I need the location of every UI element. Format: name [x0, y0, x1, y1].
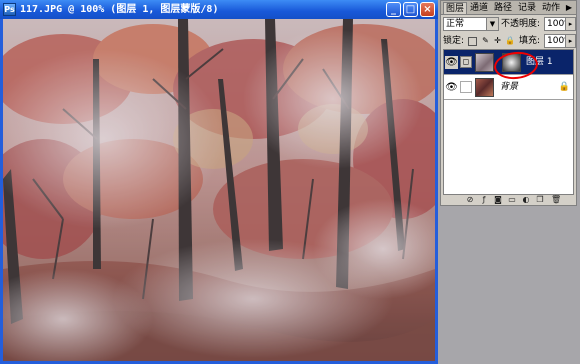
- adjustment-layer-icon[interactable]: ◐: [521, 195, 531, 204]
- photoshop-icon: Ps: [3, 3, 16, 16]
- link-layers-icon[interactable]: ⊘: [465, 195, 475, 204]
- lock-label: 锁定:: [443, 36, 465, 46]
- panel-tabs: 图层 通道 路径 记录 动作 ▶: [441, 1, 576, 15]
- document-window: Ps 117.JPG @ 100% (图层 1, 图层蒙版/8) _ □ ×: [0, 0, 438, 364]
- opacity-field[interactable]: 100% ▸: [544, 17, 576, 31]
- opacity-label: 不透明度:: [501, 19, 541, 29]
- panel-menu-icon[interactable]: ▶: [564, 3, 574, 12]
- tab-history[interactable]: 记录: [516, 2, 539, 14]
- eye-icon[interactable]: 👁: [445, 81, 458, 94]
- tab-paths[interactable]: 路径: [492, 2, 515, 14]
- link-slot[interactable]: [460, 81, 472, 93]
- fill-field[interactable]: 100% ▸: [544, 34, 576, 48]
- panel-bottom-toolbar: ⊘ ƒ ◙ ▭ ◐ ❐ 🗑: [441, 194, 576, 205]
- lock-icon: 🔒: [558, 82, 570, 92]
- add-mask-icon[interactable]: ◙: [493, 195, 503, 204]
- tab-layers[interactable]: 图层: [443, 2, 467, 14]
- new-layer-icon[interactable]: ❐: [535, 195, 545, 204]
- lock-all-icon[interactable]: 🔒: [505, 37, 515, 46]
- layer-thumbnail: [475, 78, 494, 97]
- fill-label: 填充:: [519, 36, 541, 46]
- lock-transparency-icon[interactable]: [468, 37, 477, 46]
- new-set-icon[interactable]: ▭: [507, 195, 517, 204]
- image-canvas[interactable]: [3, 19, 435, 361]
- blend-mode-value: 正常: [446, 19, 465, 29]
- maximize-icon: □: [405, 4, 416, 15]
- forest-photo: [3, 19, 435, 361]
- close-icon: ×: [423, 4, 432, 15]
- document-titlebar[interactable]: Ps 117.JPG @ 100% (图层 1, 图层蒙版/8) _ □ ×: [0, 0, 438, 19]
- layer-style-icon[interactable]: ƒ: [479, 195, 489, 204]
- tab-actions[interactable]: 动作: [540, 2, 563, 14]
- layer-thumbnail: [475, 53, 494, 72]
- chevron-right-icon[interactable]: ▸: [565, 35, 575, 47]
- blend-mode-select[interactable]: 正常 ▼: [443, 17, 499, 31]
- layer-name: 背景: [500, 82, 519, 92]
- chevron-down-icon: ▼: [486, 18, 498, 30]
- maximize-button[interactable]: □: [403, 2, 418, 17]
- layers-panel: 图层 通道 路径 记录 动作 ▶ 正常 ▼ 不透明度: 100% ▸ 锁定: ✎…: [440, 0, 577, 206]
- tab-channels[interactable]: 通道: [468, 2, 491, 14]
- lock-image-icon[interactable]: ✎: [481, 37, 490, 46]
- document-title: 117.JPG @ 100% (图层 1, 图层蒙版/8): [20, 4, 219, 15]
- eye-icon[interactable]: 👁: [445, 56, 458, 69]
- minimize-icon: _: [391, 4, 396, 15]
- trash-icon[interactable]: 🗑: [551, 195, 561, 204]
- blend-row: 正常 ▼ 不透明度: 100% ▸: [441, 17, 576, 33]
- chevron-right-icon[interactable]: ▸: [565, 18, 575, 30]
- mask-link-icon[interactable]: ◻: [460, 56, 472, 68]
- lock-position-icon[interactable]: ✛: [493, 37, 502, 46]
- close-button[interactable]: ×: [420, 2, 435, 17]
- minimize-button[interactable]: _: [386, 2, 401, 17]
- lock-row: 锁定: ✎ ✛ 🔒 填充: 100% ▸: [441, 34, 576, 50]
